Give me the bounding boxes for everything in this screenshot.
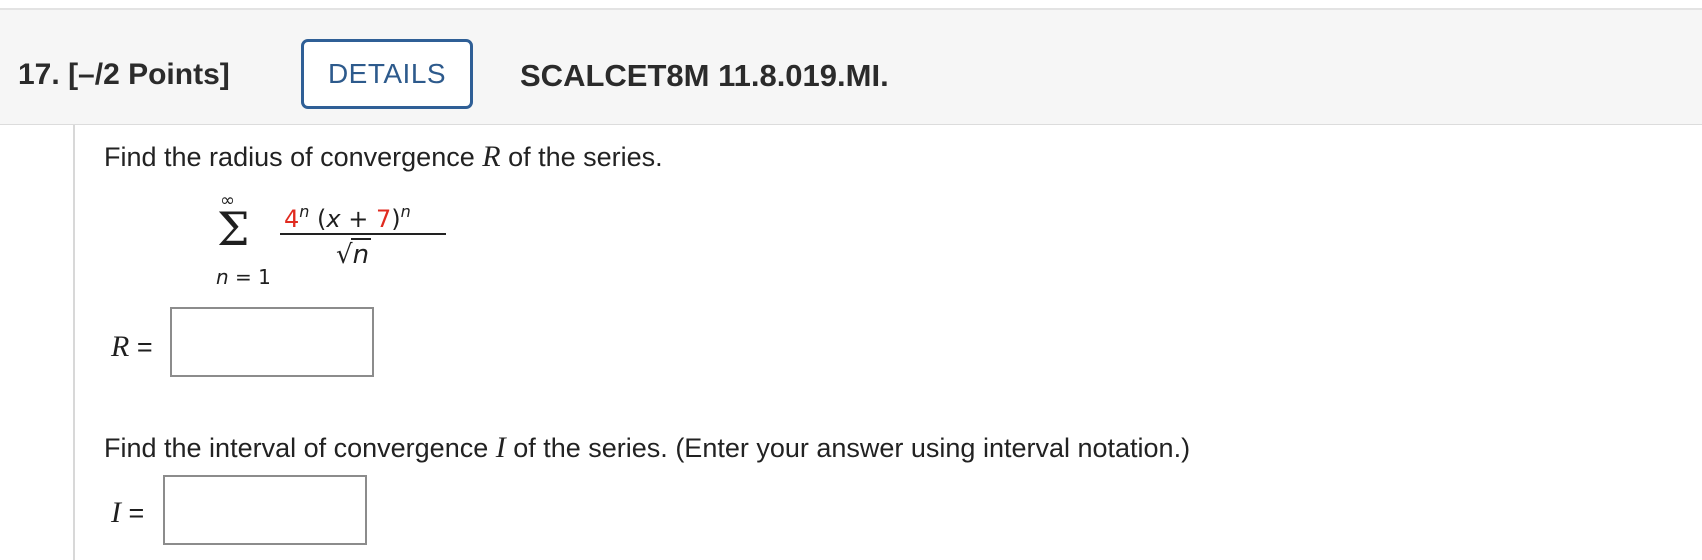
series-numerator: 4n (x + 7)n [284, 202, 411, 233]
sum-index-rest: = 1 [228, 265, 271, 289]
interval-prompt: Find the interval of convergence I of th… [104, 431, 1190, 465]
fraction-bar [280, 233, 446, 235]
radius-answer-input[interactable] [170, 307, 374, 377]
problem-id: SCALCET8M 11.8.019.MI. [520, 58, 889, 93]
points-label: [–/2 Points] [68, 58, 230, 91]
radius-prompt: Find the radius of convergence R of the … [104, 140, 663, 174]
close-paren: ) [391, 205, 401, 233]
interval-label-var: I [111, 496, 121, 529]
sum-index-var: n [216, 265, 229, 289]
interval-variable: I [495, 431, 506, 464]
plus-sign: + [340, 205, 376, 233]
paren-exponent: n [400, 202, 411, 221]
radicand-box: n [350, 238, 372, 270]
interval-answer-input[interactable] [163, 475, 367, 545]
interval-label-eq: = [121, 498, 145, 528]
sigma-symbol: Σ [217, 202, 250, 256]
details-button[interactable]: DETAILS [301, 39, 473, 109]
radius-variable: R [482, 140, 501, 173]
x-variable: x [326, 205, 341, 233]
radius-label-var: R [111, 330, 130, 363]
radius-prompt-after: of the series. [500, 142, 663, 172]
shift-constant: 7 [376, 205, 392, 233]
series-formula: ∞ Σ n = 1 4n (x + 7)n √n [210, 190, 450, 290]
numerator-base: 4 [284, 205, 300, 233]
interval-prompt-after: of the series. (Enter your answer using … [505, 433, 1191, 463]
open-paren: ( [309, 205, 327, 233]
radius-label-eq: = [129, 332, 153, 362]
question-left-border [73, 125, 75, 560]
radius-answer-label: R = [111, 330, 153, 364]
question-number: 17. [18, 58, 60, 91]
radicand: n [352, 240, 370, 270]
series-denominator: √n [336, 238, 372, 270]
numerator-exponent: n [299, 202, 310, 221]
question-header: 17. [–/2 Points] DETAILS SCALCET8M 11.8.… [0, 10, 1702, 125]
interval-prompt-before: Find the interval of convergence [104, 433, 496, 463]
sum-lower-limit: n = 1 [216, 265, 271, 289]
radius-prompt-before: Find the radius of convergence [104, 142, 483, 172]
interval-answer-label: I = [111, 496, 144, 530]
question-title: 17. [–/2 Points] [18, 58, 230, 92]
